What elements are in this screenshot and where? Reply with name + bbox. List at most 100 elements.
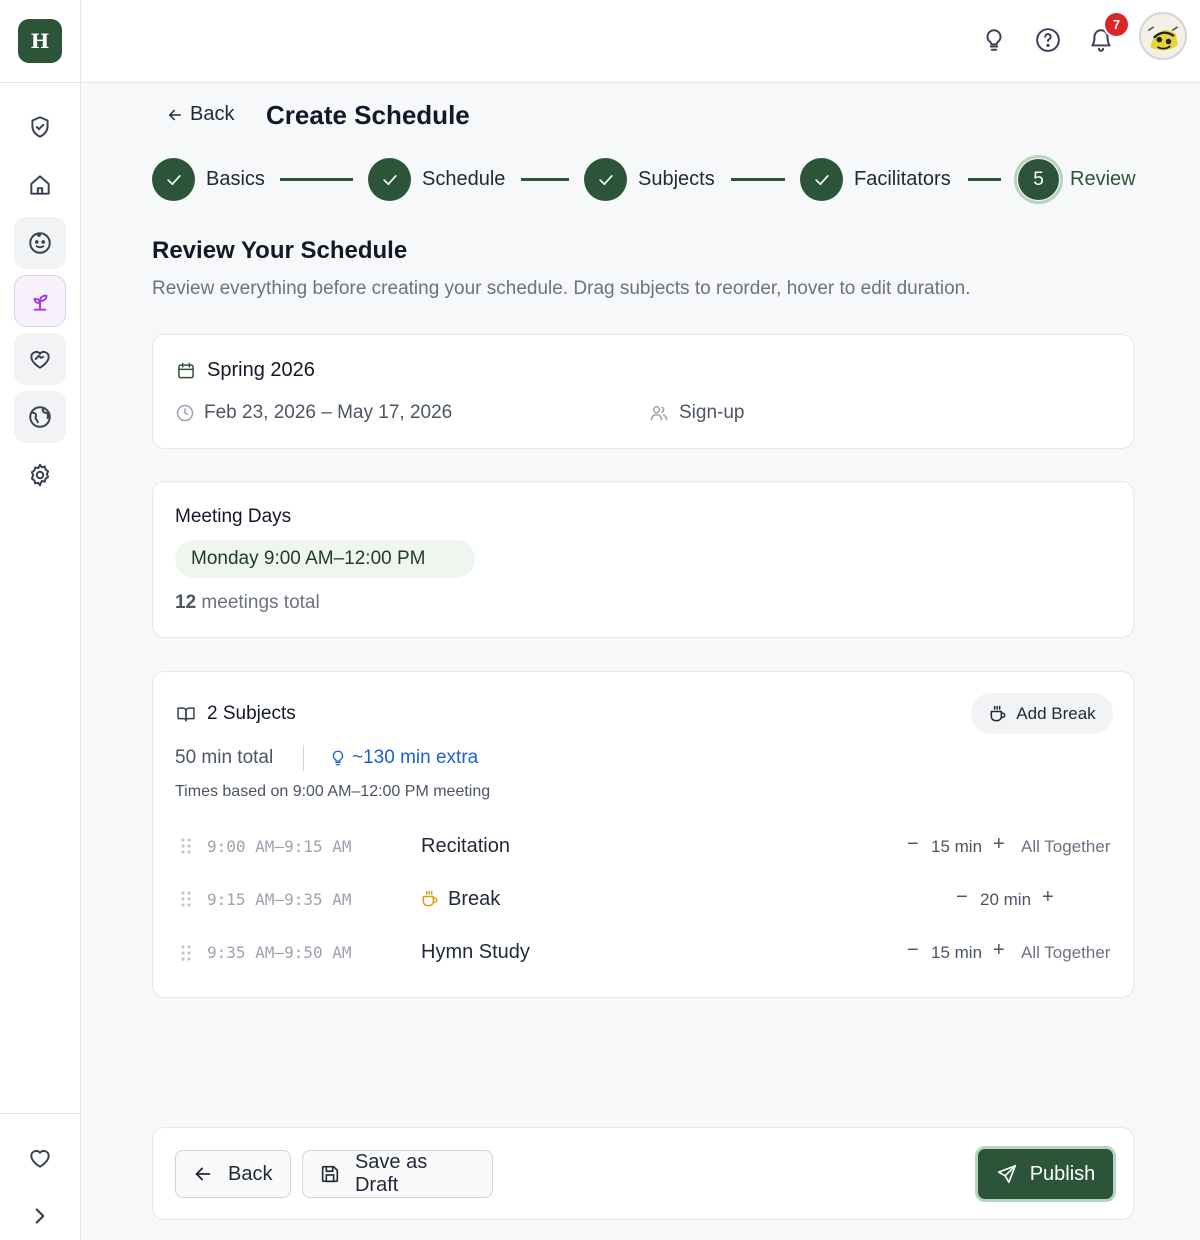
sidebar: H [0, 0, 81, 1240]
subjects-total-time: 50 min total [175, 747, 274, 768]
decrease-duration-button[interactable]: − [907, 939, 919, 962]
step-subjects-indicator[interactable] [584, 158, 627, 201]
subject-duration: 15 min [931, 837, 983, 856]
book-open-icon [176, 704, 196, 724]
subject-time-range: 9:00 AM–9:15 AM [207, 837, 352, 856]
term-card: Spring 2026 Feb 23, 2026 – May 17, 2026 … [152, 334, 1134, 449]
meetings-total-label: meetings total [201, 592, 320, 613]
expand-sidebar-button[interactable] [18, 1194, 62, 1238]
avatar-image [1141, 14, 1185, 58]
term-name: Spring 2026 [207, 359, 315, 381]
review-description: Review everything before creating your s… [152, 278, 971, 299]
sidebar-item-children[interactable] [14, 217, 66, 269]
shield-check-icon [31, 116, 49, 138]
term-date-range: Feb 23, 2026 – May 17, 2026 [204, 402, 453, 423]
divider [303, 745, 304, 771]
subjects-time-note: Times based on 9:00 AM–12:00 PM meeting [175, 783, 491, 800]
step-connector [968, 178, 1001, 181]
home-icon [30, 175, 50, 195]
step-facilitators-label[interactable]: Facilitators [854, 168, 951, 191]
heart-icon [30, 1150, 50, 1168]
publish-button[interactable]: Publish [975, 1146, 1116, 1202]
subject-name: Hymn Study [421, 941, 530, 963]
step-review-number: 5 [1018, 159, 1059, 200]
arrow-left-icon [169, 109, 181, 120]
sidebar-item-home[interactable] [14, 159, 66, 211]
step-schedule-label[interactable]: Schedule [422, 168, 505, 191]
footer-action-bar: Back Save as Draft Publish [152, 1127, 1134, 1220]
subject-group: All Together [1021, 837, 1111, 856]
save-draft-button[interactable]: Save as Draft [302, 1150, 493, 1198]
coffee-icon [420, 889, 440, 909]
face-icon [29, 232, 51, 254]
check-icon [166, 174, 181, 185]
break-time-range: 9:15 AM–9:35 AM [207, 890, 352, 909]
step-connector [280, 178, 353, 181]
decrease-duration-button[interactable]: − [907, 833, 919, 856]
lightbulb-icon [329, 748, 347, 768]
subjects-title: 2 Subjects [207, 703, 296, 724]
header-back-link[interactable]: Back [166, 103, 234, 126]
heart-handshake-icon [30, 351, 50, 369]
save-draft-label: Save as Draft [354, 1151, 428, 1196]
subjects-card: 2 Subjects Add Break 50 min total ~130 m… [152, 671, 1134, 998]
app-logo[interactable]: H [18, 19, 62, 63]
meeting-days-card: Meeting Days Monday 9:00 AM–12:00 PM 12 … [152, 481, 1134, 638]
page-title: Create Schedule [266, 100, 470, 130]
footer-back-button[interactable]: Back [175, 1150, 291, 1198]
sidebar-bottom [0, 1113, 80, 1240]
subject-time-range: 9:35 AM–9:50 AM [207, 943, 352, 962]
subject-name: Recitation [421, 835, 510, 857]
lightbulb-icon [986, 29, 1002, 51]
increase-duration-button[interactable]: + [1042, 886, 1054, 909]
drag-handle-icon[interactable] [180, 890, 192, 908]
sidebar-nav [0, 101, 80, 507]
check-icon [382, 174, 397, 185]
globe-icon [29, 406, 51, 428]
increase-duration-button[interactable]: + [993, 939, 1005, 962]
subject-group: All Together [1021, 943, 1111, 962]
step-review-label[interactable]: Review [1070, 168, 1136, 191]
meetings-total: 12 meetings total [175, 592, 320, 614]
step-basics-label[interactable]: Basics [206, 168, 265, 191]
term-enrollment-type: Sign-up [679, 402, 745, 423]
user-avatar[interactable] [1139, 12, 1187, 60]
subject-duration: 15 min [931, 943, 983, 962]
calendar-icon [176, 361, 196, 381]
help-circle-icon [1036, 28, 1060, 52]
publish-label: Publish [1029, 1162, 1096, 1185]
break-name: Break [448, 888, 501, 910]
header-back-label: Back [190, 103, 235, 125]
check-icon [814, 174, 829, 185]
meetings-total-count: 12 [175, 592, 197, 613]
clock-icon [175, 403, 195, 423]
sidebar-item-explore[interactable] [14, 391, 66, 443]
step-basics-indicator[interactable] [152, 158, 195, 201]
step-subjects-label[interactable]: Subjects [638, 168, 715, 191]
sidebar-item-community[interactable] [14, 333, 66, 385]
tips-button[interactable] [978, 24, 1010, 56]
drag-handle-icon[interactable] [180, 837, 192, 855]
break-duration: 20 min [980, 890, 1032, 909]
step-review-indicator[interactable]: 5 [1014, 155, 1063, 204]
step-connector [521, 178, 569, 181]
review-title: Review Your Schedule [152, 237, 408, 264]
step-schedule-indicator[interactable] [368, 158, 411, 201]
logo-area: H [0, 0, 80, 83]
drag-handle-icon[interactable] [180, 944, 192, 962]
favorites-button[interactable] [18, 1136, 62, 1180]
help-button[interactable] [1032, 24, 1064, 56]
step-connector [731, 178, 785, 181]
decrease-duration-button[interactable]: − [956, 886, 968, 909]
save-icon [321, 1165, 339, 1183]
sidebar-item-settings[interactable] [14, 449, 66, 501]
increase-duration-button[interactable]: + [993, 833, 1005, 856]
add-break-button[interactable]: Add Break [971, 693, 1113, 734]
notification-badge: 7 [1103, 11, 1130, 38]
footer-back-label: Back [228, 1162, 273, 1185]
settings-icon [30, 463, 50, 487]
send-icon [997, 1164, 1016, 1184]
step-facilitators-indicator[interactable] [800, 158, 843, 201]
sidebar-item-safety[interactable] [14, 101, 66, 153]
sidebar-item-learning[interactable] [14, 275, 66, 327]
